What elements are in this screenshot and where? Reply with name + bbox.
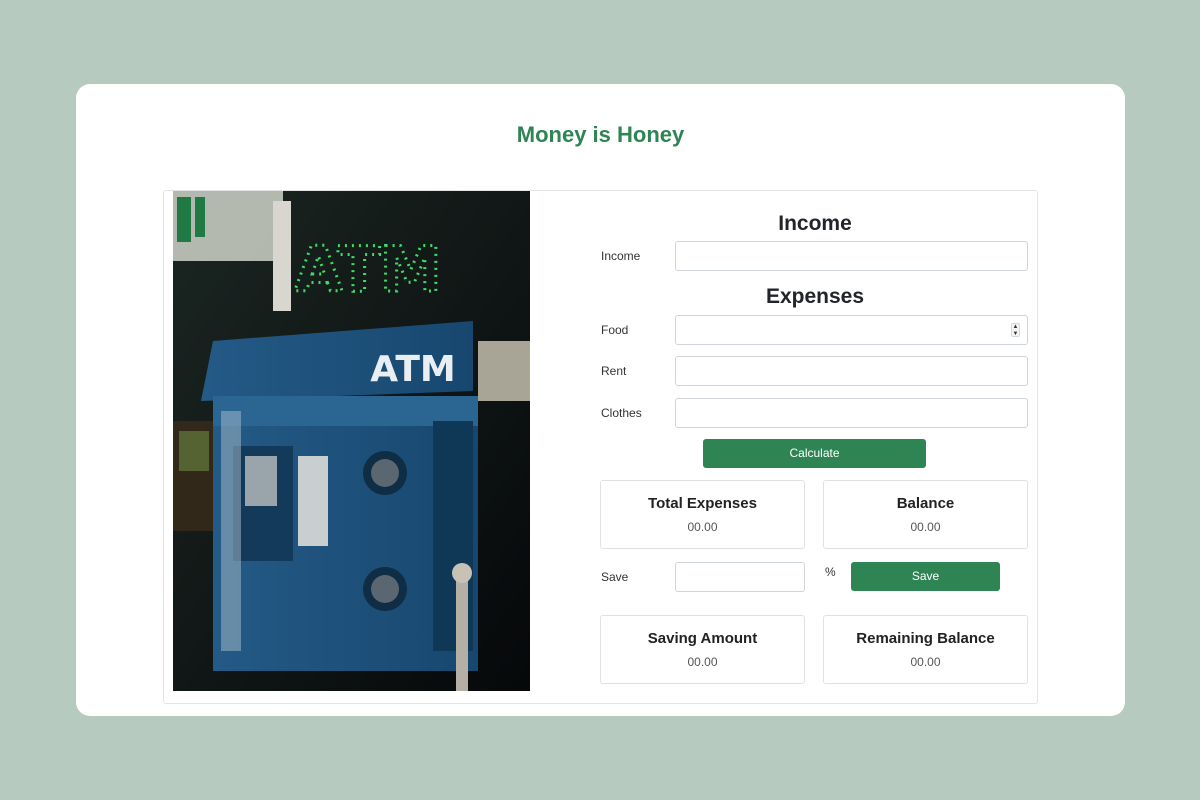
- rent-label: Rent: [601, 364, 627, 378]
- atm-photo: ATM ATM: [173, 191, 530, 691]
- atm-neon-sign: ATM: [294, 233, 441, 306]
- rent-input[interactable]: [675, 356, 1028, 386]
- total-expenses-title: Total Expenses: [648, 495, 757, 512]
- expenses-heading: Expenses: [765, 285, 865, 308]
- atm-machine-label: ATM: [370, 349, 455, 390]
- total-expenses-card: Total Expenses 00.00: [600, 480, 805, 549]
- save-percent-input[interactable]: [675, 562, 805, 592]
- number-spinner-icon[interactable]: ▲ ▼: [1011, 323, 1020, 337]
- remaining-balance-title: Remaining Balance: [856, 630, 995, 647]
- calculate-button[interactable]: Calculate: [703, 439, 926, 468]
- income-heading: Income: [778, 212, 852, 235]
- save-button[interactable]: Save: [851, 562, 1000, 591]
- app-card: Money is Honey ATM ATM Income Income Exp…: [76, 84, 1125, 716]
- food-label: Food: [601, 323, 629, 337]
- food-input[interactable]: ▲ ▼: [675, 315, 1028, 345]
- remaining-balance-value: 00.00: [910, 655, 941, 669]
- clothes-label: Clothes: [601, 406, 642, 420]
- page-title: Money is Honey: [516, 122, 685, 147]
- clothes-input[interactable]: [675, 398, 1028, 428]
- balance-card: Balance 00.00: [823, 480, 1028, 549]
- save-label: Save: [601, 570, 629, 584]
- balance-title: Balance: [896, 495, 955, 512]
- calculator-panel: ATM ATM Income Income Expenses Food ▲ ▼ …: [163, 190, 1038, 704]
- saving-amount-title: Saving Amount: [647, 630, 758, 647]
- total-expenses-value: 00.00: [687, 520, 718, 534]
- saving-amount-card: Saving Amount 00.00: [600, 615, 805, 684]
- saving-amount-value: 00.00: [687, 655, 718, 669]
- income-label: Income: [601, 249, 641, 263]
- budget-form: Income Income Expenses Food ▲ ▼ Rent Clot…: [530, 191, 1039, 705]
- balance-value: 00.00: [910, 520, 941, 534]
- remaining-balance-card: Remaining Balance 00.00: [823, 615, 1028, 684]
- income-input[interactable]: [675, 241, 1028, 271]
- percent-sign: %: [825, 565, 836, 579]
